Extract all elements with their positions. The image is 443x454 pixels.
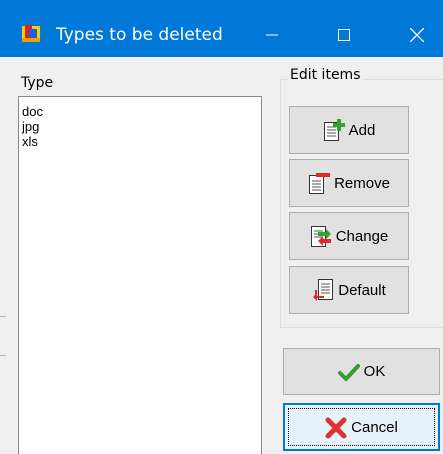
type-column-label: Type <box>21 75 54 91</box>
close-button[interactable] <box>394 13 440 57</box>
remove-button-label: Remove <box>334 174 390 192</box>
close-icon <box>410 28 424 42</box>
title-bar: Types to be deleted <box>0 0 443 57</box>
remove-button[interactable]: Remove <box>289 159 409 207</box>
change-button-label: Change <box>335 227 389 245</box>
list-item[interactable]: doc <box>19 104 261 119</box>
list-item[interactable]: jpg <box>19 119 261 134</box>
cross-icon <box>325 417 347 439</box>
minimize-icon <box>266 34 278 36</box>
window-title: Types to be deleted <box>56 25 223 45</box>
remove-document-icon <box>309 173 331 194</box>
ok-button[interactable]: OK <box>283 348 440 395</box>
types-listbox[interactable]: doc jpg xls <box>18 96 262 454</box>
list-item[interactable]: xls <box>19 134 261 149</box>
checkmark-icon <box>337 363 360 381</box>
add-button-label: Add <box>348 121 376 139</box>
default-document-icon <box>313 279 334 301</box>
add-document-icon <box>323 119 345 141</box>
cancel-button[interactable]: Cancel <box>283 403 440 451</box>
default-button[interactable]: Default <box>289 266 409 314</box>
edit-items-legend: Edit items <box>288 66 363 84</box>
maximize-button[interactable] <box>321 13 367 57</box>
add-button[interactable]: Add <box>289 106 409 154</box>
left-edge-divider <box>0 316 6 356</box>
maximize-icon <box>338 29 350 41</box>
change-button[interactable]: Change <box>289 212 409 260</box>
default-button-label: Default <box>338 281 386 299</box>
app-icon[interactable] <box>21 24 41 44</box>
ok-button-label: OK <box>363 363 386 380</box>
cancel-button-label: Cancel <box>351 418 398 436</box>
minimize-button[interactable] <box>249 13 295 57</box>
change-document-icon <box>310 226 331 247</box>
